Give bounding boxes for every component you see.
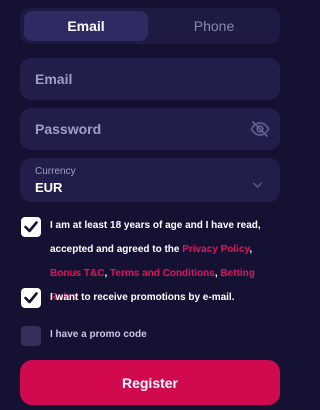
- terms-separator: ,: [249, 244, 253, 255]
- privacy-policy-link[interactable]: Privacy Policy: [182, 244, 249, 255]
- currency-label: Currency: [35, 166, 76, 177]
- email-field-wrapper: [20, 58, 280, 100]
- checkmark-icon: [24, 292, 38, 304]
- promo-code-label: I have a promo code: [50, 329, 147, 340]
- checkmark-icon: [24, 221, 38, 233]
- bonus-terms-link[interactable]: Bonus T&C: [50, 268, 104, 279]
- promo-code-checkbox[interactable]: [21, 326, 41, 346]
- currency-value: EUR: [35, 180, 63, 195]
- terms-checkbox[interactable]: [21, 217, 41, 237]
- terms-conditions-link[interactable]: Terms and Conditions: [110, 268, 215, 279]
- tab-phone[interactable]: Phone: [152, 11, 276, 41]
- email-input[interactable]: [20, 58, 280, 100]
- auth-method-tabs: Email Phone: [20, 8, 280, 44]
- register-button[interactable]: Register: [20, 360, 280, 405]
- tab-email[interactable]: Email: [24, 11, 148, 41]
- chevron-down-icon: [253, 176, 262, 188]
- promotions-checkbox[interactable]: [21, 288, 41, 308]
- password-input[interactable]: [20, 108, 280, 150]
- eye-off-icon[interactable]: [250, 120, 270, 138]
- currency-select[interactable]: Currency EUR: [20, 158, 280, 202]
- password-field-wrapper: [20, 108, 280, 150]
- promotions-label: I want to receive promotions by e-mail.: [50, 292, 235, 303]
- registration-form: Email Phone Currency EUR I am at least 1…: [0, 0, 296, 410]
